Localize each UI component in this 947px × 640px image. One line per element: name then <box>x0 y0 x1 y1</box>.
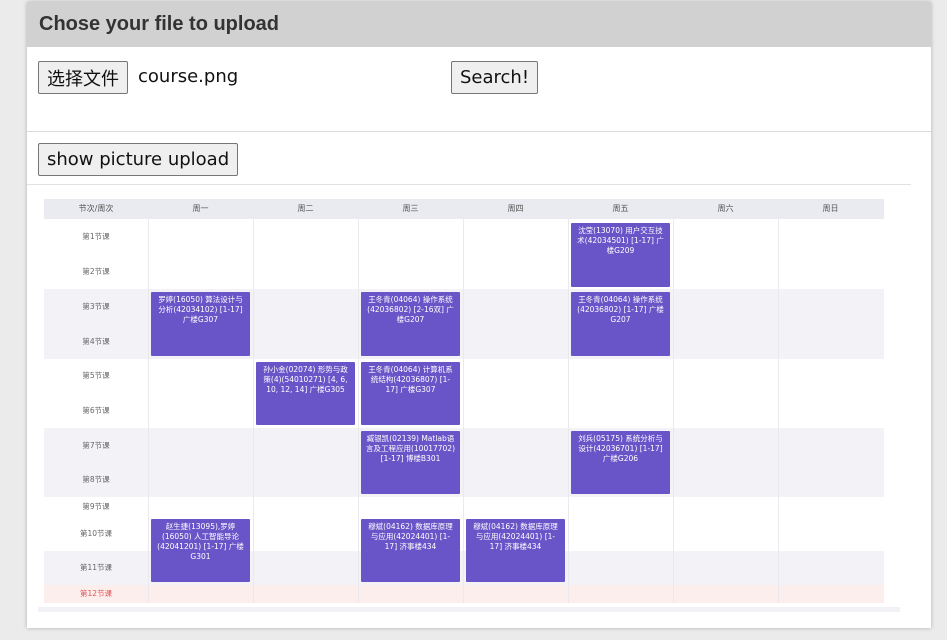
period-label: 第3节课 <box>82 302 110 311</box>
period-label: 第8节课 <box>82 475 110 484</box>
period-label: 第7节课 <box>82 441 110 450</box>
course-block: 王冬青(04064) 操作系统(42036802) [1-17] 广楼G207 <box>571 292 670 356</box>
period-label: 第11节课 <box>79 563 113 572</box>
course-block: 沈莹(13070) 用户交互技术(42034501) [1-17] 广楼G209 <box>571 223 670 287</box>
period-label: 第4节课 <box>82 337 110 346</box>
course-block: 穆斌(04162) 数据库原理与应用(42024401) [1-17] 济事楼4… <box>466 519 565 582</box>
course-block: 王冬青(04064) 操作系统(42036802) [2-16双] 广楼G207 <box>361 292 460 356</box>
column-header: 周六 <box>717 204 734 213</box>
show-picture-upload-button[interactable]: show picture upload <box>38 143 239 176</box>
grid-line <box>673 219 674 603</box>
period-label: 第12节课 <box>79 589 113 598</box>
period-label: 第9节课 <box>82 502 110 511</box>
card-header: Chose your file to upload <box>27 2 931 47</box>
grid-line <box>463 219 464 603</box>
schedule-row: 第12节课 <box>44 585 884 603</box>
divider <box>27 131 931 132</box>
column-header: 周四 <box>507 204 524 213</box>
column-header: 周日 <box>822 204 839 213</box>
schedule-row: 第6节课 <box>44 393 884 428</box>
grid-line <box>253 219 254 603</box>
uploaded-schedule-image: 节次/周次 周一 周二 周三 周四 周五 周六 周日 第1节课第2节课第3节课第4节课第5节课… <box>44 199 884 603</box>
column-header: 周一 <box>192 204 209 213</box>
period-label: 第10节课 <box>79 529 113 538</box>
course-block: 穆斌(04162) 数据库原理与应用(42024401) [1-17] 济事楼4… <box>361 519 460 582</box>
column-header: 周二 <box>297 204 314 213</box>
course-block: 罗婷(16050) 算法设计与分析(42034102) [1-17] 广楼G30… <box>151 292 250 356</box>
course-block: 臧银凯(02139) Matlab语言及工程应用(10017702) [1-17… <box>361 431 460 494</box>
grid-line <box>358 219 359 603</box>
period-label: 第1节课 <box>82 232 110 241</box>
column-header: 节次/周次 <box>78 204 114 213</box>
selected-filename: course.png <box>138 66 239 87</box>
choose-file-button[interactable]: 选择文件 <box>38 61 128 94</box>
schedule-row: 第9节课 <box>44 497 884 516</box>
column-header: 周五 <box>612 204 629 213</box>
schedule-row: 第1节课 <box>44 219 884 254</box>
course-block: 刘兵(05175) 系统分析与设计(42036701) [1-17] 广楼G20… <box>571 431 670 494</box>
period-label: 第5节课 <box>82 371 110 380</box>
course-block: 赵生捷(13095),罗婷(16050) 人工智能导论(42041201) [1… <box>151 519 250 582</box>
divider <box>27 184 911 185</box>
schedule-row: 第8节课 <box>44 463 884 497</box>
schedule-row: 第5节课 <box>44 359 884 393</box>
grid-line <box>568 219 569 603</box>
schedule-header-row: 节次/周次 周一 周二 周三 周四 周五 周六 周日 <box>44 199 884 219</box>
grid-line <box>148 219 149 603</box>
period-label: 第2节课 <box>82 267 110 276</box>
course-block: 王冬青(04064) 计算机系统结构(42036807) [1-17] 广楼G3… <box>361 362 460 425</box>
image-footer-bar <box>38 607 900 612</box>
page-title: Chose your file to upload <box>39 13 280 35</box>
column-header: 周三 <box>402 204 419 213</box>
upload-card: Chose your file to upload 选择文件 course.pn… <box>27 2 931 628</box>
search-button[interactable]: Search! <box>451 61 539 94</box>
schedule-row: 第7节课 <box>44 428 884 463</box>
schedule-row: 第2节课 <box>44 254 884 289</box>
course-block: 孙小金(02074) 形势与政策(4)(54010271) [4, 6, 10,… <box>256 362 355 425</box>
grid-line <box>778 219 779 603</box>
period-label: 第6节课 <box>82 406 110 415</box>
